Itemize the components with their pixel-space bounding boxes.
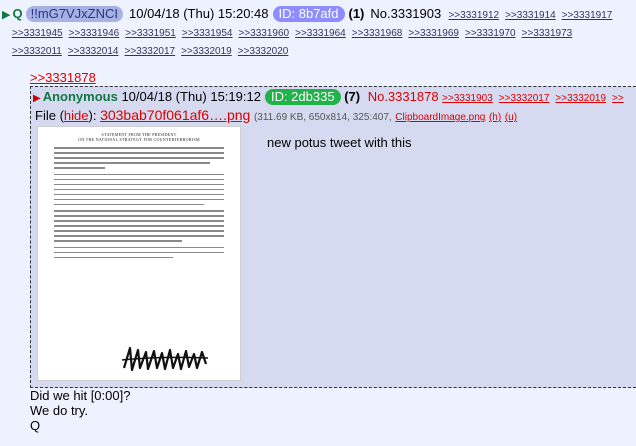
backlink[interactable]: >>3331973: [522, 28, 573, 39]
u-link[interactable]: (u): [505, 112, 517, 123]
backlink[interactable]: >>3331960: [239, 28, 290, 39]
backlink[interactable]: >>3332017: [499, 93, 550, 104]
backlink[interactable]: >>3331970: [465, 28, 516, 39]
image-paragraph: [54, 246, 224, 258]
quoted-reply-post: ▶ Anonymous 10/04/18 (Thu) 15:19:12 ID: 2d…: [30, 86, 636, 388]
op-message-line: Did we hit [0:00]?: [30, 388, 131, 403]
backlink[interactable]: >>3331951: [125, 28, 176, 39]
reply-post-count: (7): [344, 89, 361, 104]
quote-reference-link[interactable]: >>3331878: [30, 70, 96, 85]
op-backlinks-row-2: >>3331945 >>3331946 >>3331951 >>3331954 >>33…: [2, 24, 636, 42]
hide-close-paren: ):: [88, 108, 97, 123]
reply-header: ▶ Anonymous 10/04/18 (Thu) 15:19:12 ID: 2d…: [33, 89, 636, 107]
filename-link[interactable]: 303bab70f061af6….png: [100, 107, 250, 123]
op-tripcode: !!mG7VJxZNCI: [25, 6, 123, 22]
op-header-row: ▶ Q !!mG7VJxZNCI 10/04/18 (Thu) 15:20:48 ID:…: [2, 6, 636, 24]
image-paragraph: [54, 147, 224, 169]
backlink[interactable]: >>3331945: [12, 28, 63, 39]
attached-image-thumbnail[interactable]: STATEMENT FROM THE PRESIDENT ON THE NATI…: [37, 126, 241, 381]
reply-post-number[interactable]: No.3331878: [368, 89, 439, 104]
op-backlinks-row-3: >>3332011 >>3332014 >>3332017 >>3332019 >>33…: [2, 42, 636, 60]
image-paragraph: [54, 210, 224, 242]
hide-link[interactable]: hide: [64, 108, 89, 123]
reply-poster-name: Anonymous: [42, 89, 118, 104]
op-post-count: (1): [348, 6, 365, 21]
op-datetime: 10/04/18 (Thu) 15:20:48: [129, 6, 269, 21]
reply-marker-icon[interactable]: ▶: [33, 93, 41, 104]
backlink[interactable]: >>3331912: [448, 10, 499, 21]
backlink[interactable]: >>3331969: [408, 28, 459, 39]
original-filename-link[interactable]: ClipboardImage.png: [395, 112, 485, 123]
backlink[interactable]: >>3331914: [505, 10, 556, 21]
op-message-line: We do try.: [30, 403, 89, 418]
backlink[interactable]: >>3332011: [12, 46, 62, 57]
backlink[interactable]: >>3332017: [125, 46, 176, 57]
backlink[interactable]: >>3331917: [562, 10, 613, 21]
op-poster-id[interactable]: ID: 8b7afd: [272, 6, 345, 22]
backlink[interactable]: >>3332019: [555, 93, 606, 104]
image-title-line-2: ON THE NATIONAL STRATEGY FOR COUNTERTERR…: [78, 137, 200, 142]
file-info: File (hide): 303bab70f061af6….png (311.6…: [35, 107, 635, 126]
op-poster-name: Q: [12, 6, 23, 21]
collapse-triangle-icon[interactable]: ▶: [2, 7, 10, 23]
backlink[interactable]: >>3331946: [69, 28, 120, 39]
backlink[interactable]: >>3332020: [238, 46, 289, 57]
backlink[interactable]: >>3332014: [68, 46, 119, 57]
op-message-body: Did we hit [0:00]? We do try. Q: [30, 388, 130, 433]
op-post-number[interactable]: No.3331903: [370, 6, 441, 21]
file-metadata: (311.69 KB, 650x814, 325:407,: [253, 112, 392, 123]
reply-poster-id[interactable]: ID: 2db335: [264, 89, 341, 105]
backlink[interactable]: >>3332019: [181, 46, 232, 57]
signature-image: [121, 346, 209, 372]
reply-body-text: new potus tweet with this: [267, 135, 412, 150]
op-post-header: ▶ Q !!mG7VJxZNCI 10/04/18 (Thu) 15:20:48 ID:…: [2, 6, 636, 60]
backlink[interactable]: >>3331903: [442, 93, 493, 104]
op-message-line: Q: [30, 418, 41, 433]
backlink[interactable]: >>3331954: [182, 28, 233, 39]
backlink[interactable]: >>3331968: [352, 28, 403, 39]
backlink[interactable]: >>: [612, 93, 624, 104]
reply-datetime: 10/04/18 (Thu) 15:19:12: [121, 89, 261, 104]
backlink[interactable]: >>3331964: [295, 28, 346, 39]
image-paragraph: [54, 173, 224, 205]
h-link[interactable]: (h): [489, 112, 501, 123]
file-label: File: [35, 108, 56, 123]
